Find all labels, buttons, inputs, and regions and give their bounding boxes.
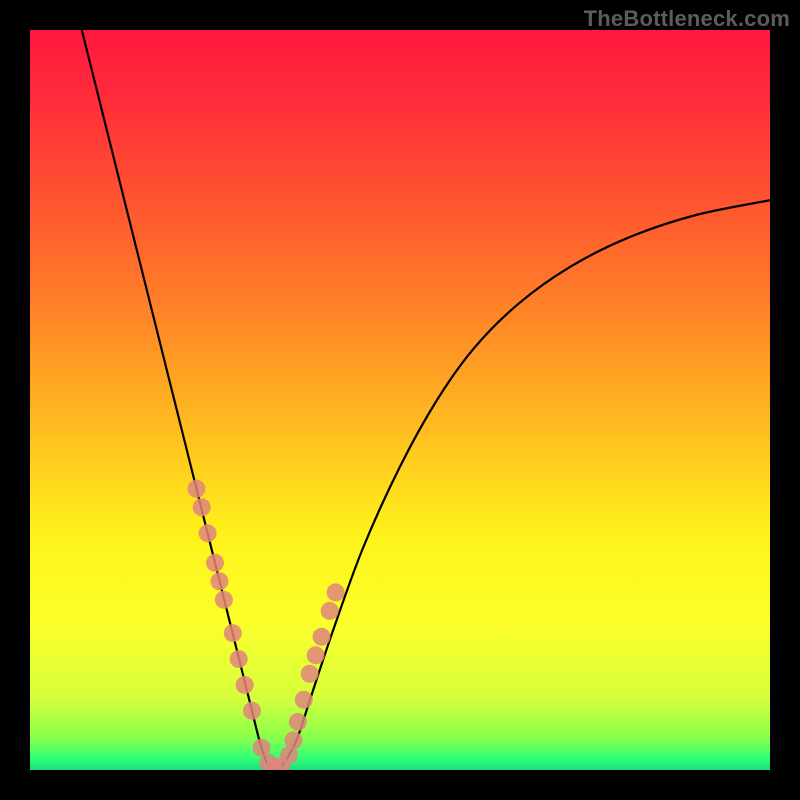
- data-point: [210, 572, 228, 590]
- data-point: [193, 498, 211, 516]
- plot-area: [30, 30, 770, 770]
- data-point: [284, 731, 302, 749]
- data-point: [327, 583, 345, 601]
- data-point: [224, 624, 242, 642]
- gradient-background: [30, 30, 770, 770]
- watermark-label: TheBottleneck.com: [584, 6, 790, 32]
- data-point: [188, 480, 206, 498]
- data-point: [243, 702, 261, 720]
- chart-svg: [30, 30, 770, 770]
- data-point: [215, 591, 233, 609]
- chart-frame: TheBottleneck.com: [0, 0, 800, 800]
- data-point: [206, 554, 224, 572]
- data-point: [295, 691, 313, 709]
- data-point: [230, 650, 248, 668]
- data-point: [236, 676, 254, 694]
- data-point: [313, 628, 331, 646]
- data-point: [301, 665, 319, 683]
- data-point: [199, 524, 217, 542]
- data-point: [321, 602, 339, 620]
- data-point: [289, 713, 307, 731]
- data-point: [307, 646, 325, 664]
